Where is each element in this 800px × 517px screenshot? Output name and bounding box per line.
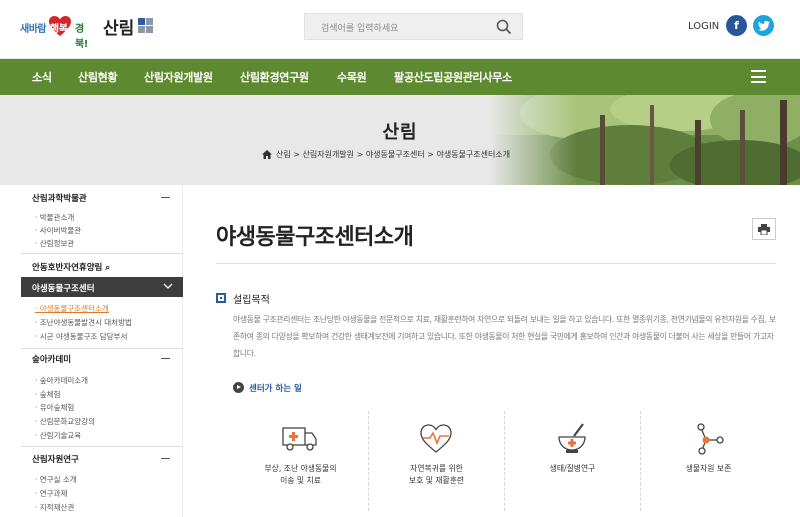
menu-icon[interactable]: [751, 70, 766, 83]
nav-item-forest-status[interactable]: 산림현황: [78, 69, 118, 85]
site-header: 새바람 행복 경북! 산림 검색어를 입력하세요 LOGIN f: [0, 0, 800, 59]
molecule-icon: [697, 423, 724, 455]
section-marker-icon: [216, 293, 226, 303]
breadcrumb-path[interactable]: 산림 > 산림자원개발원 > 야생동물구조센터 > 야생동물구조센터소개: [276, 149, 510, 160]
sidebar-section-academy[interactable]: 숲아카데미: [32, 353, 71, 365]
activity-card-label: 자연복귀를 위한 보호 및 재활훈련: [408, 464, 465, 485]
nav-item-environment-institute[interactable]: 산림환경연구원: [240, 69, 309, 85]
heart-pulse-icon: [420, 424, 452, 453]
sidebar-item-tech-education[interactable]: · 산림기술교육: [35, 430, 81, 441]
activity-card: 생태/질병연구: [505, 407, 640, 517]
sidebar-item-rescue-departments[interactable]: · 시군 야생동물구조 담당부서: [35, 331, 127, 342]
play-circle-icon: [233, 382, 244, 393]
login-link[interactable]: LOGIN: [688, 21, 719, 32]
site-title[interactable]: 산림: [103, 14, 134, 39]
search-box[interactable]: 검색어를 입력하세요: [304, 13, 523, 40]
activity-card: 부상, 조난 야생동물의 이송 및 치료: [233, 407, 368, 517]
logo-text-3: 경북!: [75, 24, 88, 50]
breadcrumb: 산림 > 산림자원개발원 > 야생동물구조센터 > 야생동물구조센터소개: [262, 149, 510, 160]
chevron-down-icon[interactable]: [163, 282, 173, 290]
sidebar-item-cyber-museum[interactable]: · 사이버박물관: [35, 225, 81, 236]
main-nav: 소식 산림현황 산림자원개발원 산림환경연구원 수목원 팔공산도립공원관리사무소: [0, 59, 800, 95]
mortar-pestle-icon: [558, 423, 586, 453]
grid-logo-icon: [138, 18, 154, 34]
subsection-title: 센터가 하는 일: [249, 384, 302, 394]
sidebar-item-lab-intro[interactable]: · 연구실 소개: [35, 474, 77, 485]
sidebar-item-wildlife-intro[interactable]: · 야생동물구조센터소개: [35, 303, 109, 314]
sidebar-section-research[interactable]: 산림자원연구: [32, 453, 79, 465]
purpose-paragraph: 야생동물 구조관리센터는 조난당한 야생동물을 전문적으로 치료, 재활훈련하여…: [233, 315, 776, 358]
divider: [21, 348, 183, 349]
sidebar-item-projects[interactable]: · 연구과제: [35, 488, 67, 499]
sidebar-item-ip[interactable]: · 지적재산권: [35, 502, 74, 513]
activity-card-label: 생물자원 보존: [685, 464, 732, 473]
sidebar: 산림과학박물관 · 박물관소개 · 사이버박물관 · 산림정보관 안동호반자연휴…: [21, 185, 183, 517]
sidebar-item-museum-intro[interactable]: · 박물관소개: [35, 212, 74, 223]
print-icon: [758, 224, 770, 235]
main-content: 야생동물구조센터소개 설립목적 야생동물 구조관리센터는 조난당한 야생동물을 …: [183, 185, 800, 517]
divider: [21, 446, 183, 447]
collapse-icon[interactable]: [161, 358, 170, 359]
section-title: 설립목적: [233, 295, 270, 306]
page-banner: 산림 산림 > 산림자원개발원 > 야생동물구조센터 > 야생동물구조센터소개: [0, 95, 800, 185]
nav-item-palgongsan-park[interactable]: 팔공산도립공원관리사무소: [394, 69, 512, 85]
sidebar-item-culture-lecture[interactable]: · 산림문화교양강의: [35, 416, 95, 427]
page-title: 야생동물구조센터소개: [216, 225, 414, 250]
activity-card-label: 생태/질병연구: [549, 464, 596, 473]
activity-card: 자연복귀를 위한 보호 및 재활훈련: [369, 407, 504, 517]
sidebar-section-museum[interactable]: 산림과학박물관: [32, 192, 87, 204]
ambulance-icon: [282, 427, 317, 451]
sidebar-active-label: 야생동물구조센터: [32, 284, 95, 294]
sidebar-item-academy-intro[interactable]: · 숲아카데미소개: [35, 375, 88, 386]
page-category-title: 산림: [382, 122, 418, 143]
search-input[interactable]: 검색어를 입력하세요: [321, 21, 398, 34]
activity-card: 생물자원 보존: [641, 407, 776, 517]
sidebar-section-recreation-forest[interactable]: 안동호반자연휴양림 ⌕: [32, 261, 110, 273]
divider: [21, 253, 183, 254]
print-button[interactable]: [752, 218, 776, 240]
sidebar-item-rescue-guide[interactable]: · 조난야생동물발견시 대처방법: [35, 317, 132, 328]
nav-item-arboretum[interactable]: 수목원: [337, 69, 367, 85]
divider: [216, 263, 776, 264]
site-logo[interactable]: 새바람 행복 경북!: [20, 12, 92, 50]
home-icon[interactable]: [262, 150, 272, 159]
sidebar-item-kids-forest[interactable]: · 유아숲체험: [35, 402, 74, 413]
search-icon[interactable]: [496, 19, 512, 35]
sidebar-item-forest-info[interactable]: · 산림정보관: [35, 238, 74, 249]
sidebar-item-forest-experience[interactable]: · 숲체험: [35, 389, 60, 400]
facebook-icon[interactable]: f: [726, 15, 747, 36]
activity-cards: 부상, 조난 야생동물의 이송 및 치료 자연복귀를 위한 보호 및 재활훈련: [233, 407, 775, 517]
activity-card-label: 부상, 조난 야생동물의 이송 및 치료: [264, 464, 337, 485]
collapse-icon[interactable]: [161, 458, 170, 459]
logo-text-1: 새바람: [20, 24, 47, 35]
twitter-icon[interactable]: [753, 15, 774, 36]
gyeongbuk-logo: 새바람 행복 경북!: [20, 12, 92, 50]
nav-item-news[interactable]: 소식: [32, 69, 52, 85]
nav-item-resource-institute[interactable]: 산림자원개발원: [144, 69, 213, 85]
sidebar-section-wildlife-center[interactable]: 야생동물구조센터: [21, 277, 183, 297]
collapse-icon[interactable]: [161, 197, 170, 198]
logo-text-2: 행복: [50, 24, 68, 35]
